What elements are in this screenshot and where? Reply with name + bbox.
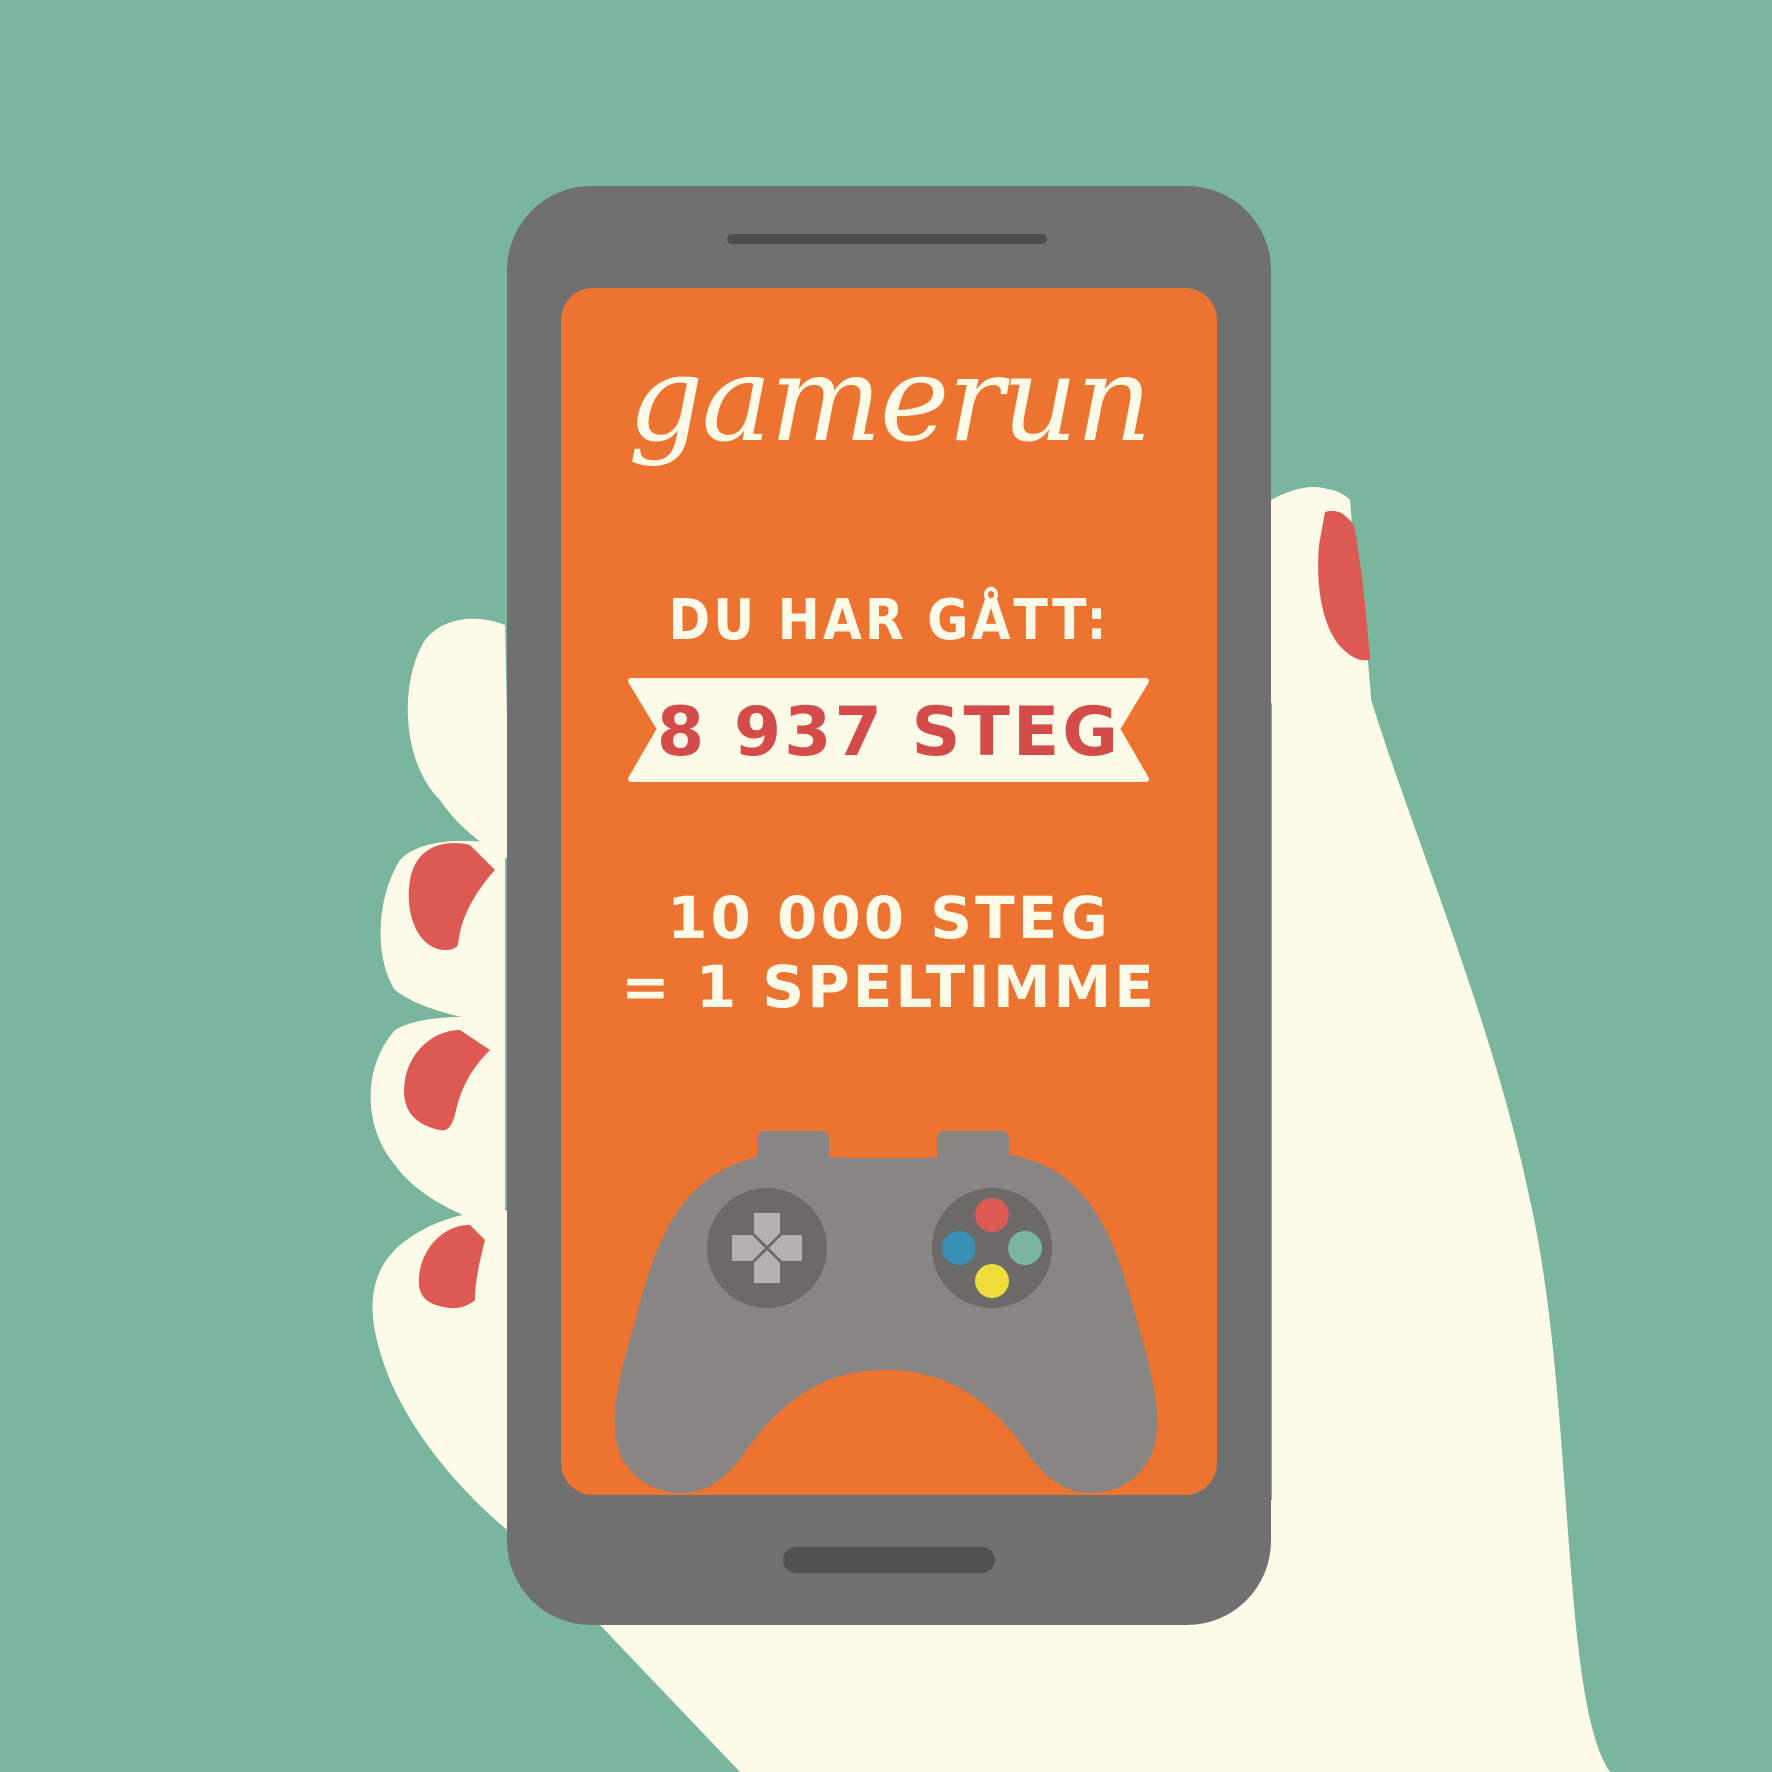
gamepad-icon: [614, 1131, 1158, 1493]
finger-1: [407, 618, 510, 860]
controller-body: [614, 1153, 1158, 1493]
dpad-well: [707, 1188, 827, 1308]
phone: gamerun DU HAR GÅTT: 8 937 STEG 10 000 S…: [507, 186, 1271, 1625]
phone-screen: gamerun DU HAR GÅTT: 8 937 STEG 10 000 S…: [561, 288, 1217, 1495]
home-bar[interactable]: [783, 1547, 995, 1573]
speaker-grille: [727, 234, 1047, 244]
button-green: [1008, 1231, 1042, 1265]
button-yellow: [975, 1264, 1009, 1298]
button-red: [975, 1198, 1009, 1232]
button-blue: [942, 1231, 976, 1265]
